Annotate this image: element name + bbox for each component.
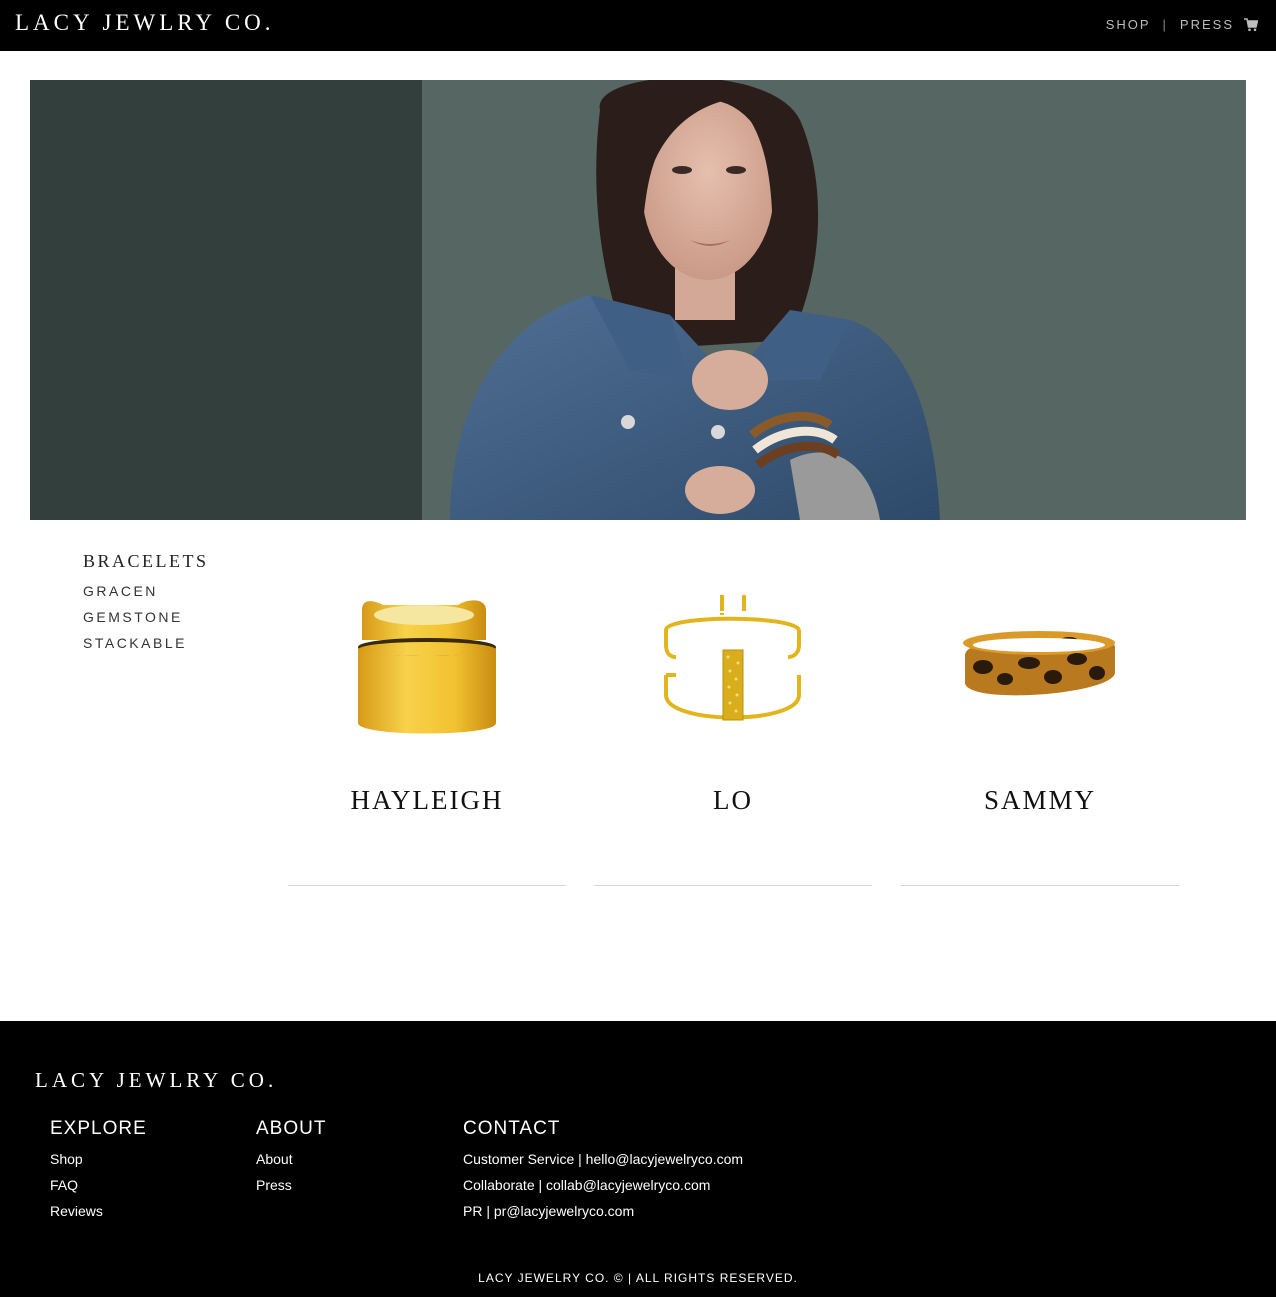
product-card[interactable]: HAYLEIGH (288, 555, 566, 886)
category-sidebar: BRACELETS GRACEN GEMSTONE STACKABLE (83, 551, 209, 656)
footer-link-faq[interactable]: FAQ (50, 1172, 147, 1198)
footer-link-press[interactable]: Press (256, 1172, 326, 1198)
nav-separator: | (1162, 17, 1168, 32)
footer-about-heading: ABOUT (256, 1118, 327, 1139)
brand-logo[interactable]: LACY JEWLRY CO. (15, 10, 275, 36)
category-item-stackable[interactable]: STACKABLE (83, 630, 209, 656)
product-image-hayleigh[interactable] (288, 555, 566, 780)
category-item-gemstone[interactable]: GEMSTONE (83, 604, 209, 630)
footer-link-collaborate[interactable]: Collaborate | collab@lacyjewelryco.com (463, 1172, 743, 1198)
footer-link-shop[interactable]: Shop (50, 1146, 147, 1172)
product-card[interactable]: SAMMY (901, 555, 1179, 886)
footer-explore-column: EXPLORE Shop FAQ Reviews (50, 1118, 147, 1224)
site-header: LACY JEWLRY CO. SHOP | PRESS (0, 0, 1276, 51)
hero-banner (30, 80, 1246, 520)
site-footer: LACY JEWLRY CO. EXPLORE Shop FAQ Reviews… (0, 1021, 1276, 1297)
footer-contact-heading: CONTACT (463, 1118, 561, 1139)
footer-contact-column: CONTACT Customer Service | hello@lacyjew… (463, 1118, 743, 1224)
cart-icon[interactable] (1244, 17, 1259, 32)
product-divider (901, 885, 1179, 886)
hero-model-illustration (450, 80, 940, 520)
product-name-sammy[interactable]: SAMMY (901, 785, 1179, 816)
product-image-lo[interactable] (594, 555, 872, 780)
footer-link-customer-service[interactable]: Customer Service | hello@lacyjewelryco.c… (463, 1146, 743, 1172)
product-divider (594, 885, 872, 886)
product-name-hayleigh[interactable]: HAYLEIGH (288, 785, 566, 816)
footer-explore-heading: EXPLORE (50, 1118, 147, 1139)
footer-about-column: ABOUT About Press (256, 1118, 326, 1198)
product-image-sammy[interactable] (901, 555, 1179, 780)
product-divider (288, 885, 566, 886)
category-title[interactable]: BRACELETS (83, 551, 209, 572)
product-name-lo[interactable]: LO (594, 785, 872, 816)
nav-shop-link[interactable]: SHOP (1106, 17, 1151, 32)
footer-link-about[interactable]: About (256, 1146, 326, 1172)
nav-press-link[interactable]: PRESS (1180, 17, 1234, 32)
top-nav: SHOP | PRESS (1106, 17, 1259, 32)
footer-link-pr[interactable]: PR | pr@lacyjewelryco.com (463, 1198, 743, 1224)
product-card[interactable]: LO (594, 555, 872, 886)
copyright-text: LACY JEWELRY CO. © | ALL RIGHTS RESERVED… (478, 1271, 798, 1285)
footer-brand-logo[interactable]: LACY JEWLRY CO. (35, 1068, 277, 1093)
footer-link-reviews[interactable]: Reviews (50, 1198, 147, 1224)
category-item-gracen[interactable]: GRACEN (83, 578, 209, 604)
